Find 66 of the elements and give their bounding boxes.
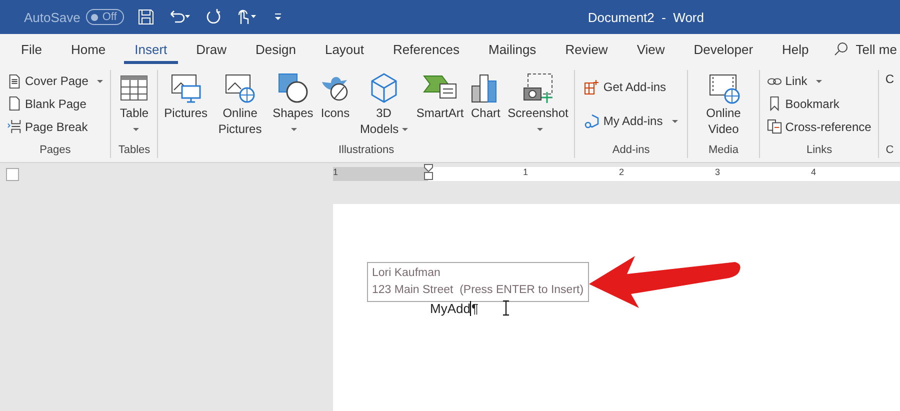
page-break-icon xyxy=(7,119,22,134)
ribbon-tab[interactable]: Developer xyxy=(682,34,764,64)
i-beam-cursor-icon xyxy=(502,300,510,316)
group-label: Links xyxy=(806,144,832,158)
page-icon xyxy=(7,96,22,112)
ribbon-tab[interactable]: Home xyxy=(60,34,117,64)
autocomplete-text: Lori Kaufman xyxy=(372,266,442,281)
ribbon-button[interactable]: Online Video xyxy=(690,70,756,138)
group-label: Tables xyxy=(118,144,150,158)
cross-reference-icon xyxy=(767,119,782,134)
ruler-number: 2 xyxy=(619,167,624,177)
ribbon-button[interactable]: Chart xyxy=(466,70,505,122)
group-label: Add-ins xyxy=(612,144,650,158)
ribbon-button[interactable]: Table xyxy=(114,70,154,138)
ribbon-tab[interactable]: Design xyxy=(244,34,307,64)
ribbon-button[interactable]: Bookmark xyxy=(763,95,844,112)
group-label: Illustrations xyxy=(338,144,394,158)
ribbon-button[interactable]: SmartArt xyxy=(413,70,467,122)
ribbon-button[interactable]: C xyxy=(882,70,897,88)
ribbon-tab[interactable]: File xyxy=(10,34,53,64)
ribbon-tab[interactable]: Help xyxy=(771,34,820,64)
grid-plus-icon xyxy=(584,79,600,95)
text-cursor xyxy=(470,300,472,316)
ruler-number: 3 xyxy=(715,167,720,177)
ruler-number: 1 xyxy=(333,167,338,177)
redo-icon[interactable] xyxy=(206,9,222,25)
ribbon-button[interactable]: Cross-reference xyxy=(763,118,876,136)
autocomplete-text: 123 Main Street (Press ENTER to Insert) xyxy=(372,283,584,298)
ribbon-button[interactable]: Cover Page xyxy=(3,72,108,90)
ribbon-button[interactable]: Page Break xyxy=(3,118,92,136)
ribbon-button[interactable]: Icons xyxy=(316,70,354,122)
ribbon-tab[interactable]: Mailings xyxy=(478,34,548,64)
autosave-label: AutoSave xyxy=(24,10,80,24)
ribbon-tab[interactable]: Review xyxy=(554,34,619,64)
ribbon-button[interactable]: Online Pictures xyxy=(210,70,270,138)
search-icon[interactable] xyxy=(834,42,848,56)
ribbon-tab[interactable]: Layout xyxy=(314,34,376,64)
ribbon-button[interactable]: Pictures xyxy=(161,70,211,122)
ribbon-button[interactable]: Link xyxy=(763,72,826,90)
ribbon-tab[interactable]: Draw xyxy=(185,34,238,64)
ribbon-button[interactable]: Get Add-ins xyxy=(578,75,672,99)
group-label: C xyxy=(886,144,894,158)
indent-marker[interactable] xyxy=(424,164,433,180)
save-icon[interactable] xyxy=(138,9,154,25)
ruler-number: 4 xyxy=(811,167,816,177)
group-label: Pages xyxy=(40,144,71,158)
ribbon-button[interactable]: Shapes xyxy=(270,70,316,138)
ruler-number: 1 xyxy=(523,167,528,177)
window-title: Document2 - Word xyxy=(588,10,704,24)
autocomplete-tooltip[interactable]: Lori Kaufman 123 Main Street (Press ENTER to Insert) xyxy=(367,262,589,302)
typed-text: MyAdd xyxy=(430,300,470,316)
customize-icon[interactable] xyxy=(274,13,282,21)
paragraph-mark: ¶ xyxy=(471,300,478,316)
page-icon xyxy=(7,74,22,89)
ribbon-button[interactable]: 3D Models xyxy=(354,70,414,138)
camera-icon xyxy=(522,71,554,105)
ribbon-button[interactable]: Screenshot xyxy=(504,70,572,138)
ribbon-tab[interactable]: References xyxy=(382,34,470,64)
ribbon-tab[interactable]: View xyxy=(626,34,676,64)
ribbon-button[interactable]: Blank Page xyxy=(3,95,90,112)
ribbon-button[interactable]: My Add-ins xyxy=(578,109,684,133)
shapes-icon xyxy=(276,71,309,105)
tell-me-field[interactable]: Tell me xyxy=(856,42,897,56)
group-label: Media xyxy=(708,144,738,158)
undo-icon[interactable] xyxy=(168,9,192,25)
autosave-toggle[interactable]: Off xyxy=(86,9,124,25)
